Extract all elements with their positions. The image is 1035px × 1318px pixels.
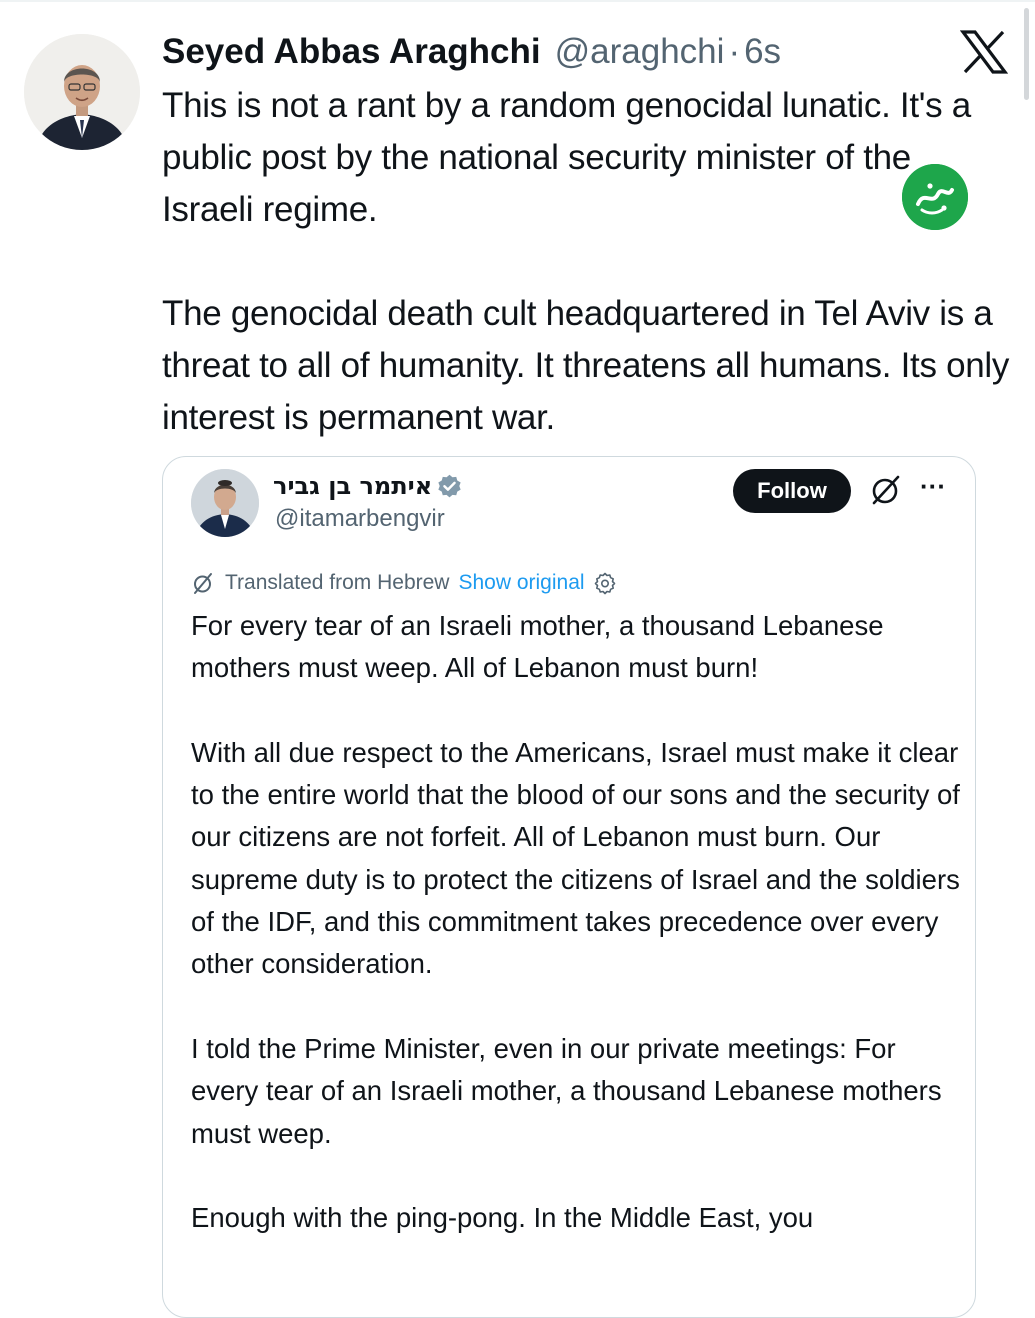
quoted-paragraph: For every tear of an Israeli mother, a t… bbox=[191, 610, 884, 684]
translation-notice: Translated from Hebrew Show original bbox=[191, 567, 617, 599]
translated-label: Translated from Hebrew bbox=[225, 571, 450, 594]
separator-dot: · bbox=[728, 32, 741, 71]
tweet-header: Seyed Abbas Araghchi @araghchi · 6s bbox=[162, 30, 781, 74]
tweet-paragraph: This is not a rant by a random genocidal… bbox=[162, 86, 971, 229]
quoted-tweet-body: For every tear of an Israeli mother, a t… bbox=[191, 605, 961, 1282]
quoted-author-name[interactable]: איתמר בן גביר bbox=[273, 472, 432, 500]
scrollbar[interactable] bbox=[1024, 8, 1029, 100]
follow-button[interactable]: Follow bbox=[733, 469, 851, 513]
tweet-body: This is not a rant by a random genocidal… bbox=[162, 80, 1022, 444]
x-logo-icon bbox=[960, 30, 1008, 74]
show-original-link[interactable]: Show original bbox=[458, 571, 584, 595]
quoted-paragraph: Enough with the ping-pong. In the Middle… bbox=[191, 1202, 814, 1234]
quoted-author-avatar[interactable] bbox=[191, 469, 259, 537]
grok-icon[interactable] bbox=[869, 473, 903, 507]
quoted-tweet-card[interactable]: איתמר בן גביר @itamarbengvir Follow ··· … bbox=[162, 456, 976, 1318]
translate-icon bbox=[194, 573, 212, 594]
gear-icon[interactable] bbox=[593, 571, 617, 595]
author-handle[interactable]: @araghchi bbox=[555, 30, 725, 74]
watermark-logo bbox=[902, 164, 968, 230]
timestamp[interactable]: 6s bbox=[744, 30, 781, 74]
quoted-paragraph: I told the Prime Minister, even in our p… bbox=[191, 1032, 942, 1149]
more-options-icon[interactable]: ··· bbox=[915, 469, 951, 509]
author-name[interactable]: Seyed Abbas Araghchi bbox=[162, 30, 541, 74]
quoted-paragraph: With all due respect to the Americans, I… bbox=[191, 736, 960, 980]
tweet-paragraph: The genocidal death cult headquartered i… bbox=[162, 294, 1010, 437]
author-avatar[interactable] bbox=[24, 34, 140, 150]
top-divider bbox=[0, 0, 1035, 2]
quoted-name-row: איתמר בן גביר bbox=[273, 469, 463, 503]
verified-icon bbox=[438, 474, 461, 497]
quoted-author-handle[interactable]: @itamarbengvir bbox=[275, 505, 445, 533]
